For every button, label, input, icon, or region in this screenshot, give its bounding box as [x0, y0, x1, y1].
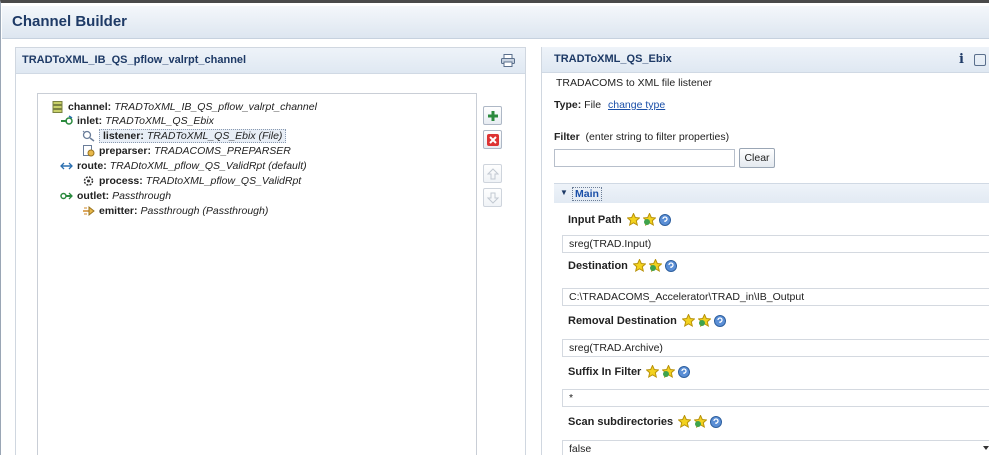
dropdown-arrow-icon[interactable] — [983, 446, 989, 450]
tree-item-channel[interactable]: channel: TRADToXML_IB_QS_pflow_valrpt_cha… — [51, 100, 317, 114]
filter-label-row: Filter (enter string to filter propertie… — [554, 131, 729, 143]
type-label: Type: — [554, 99, 582, 111]
tree-item-process[interactable]: process: TRADtoXML_pflow_QS_ValidRpt — [82, 174, 301, 188]
property-label-input-path: Input Path — [568, 213, 671, 226]
tree-value: TRADToXML_QS_Ebix — [105, 115, 214, 127]
clear-button[interactable]: Clear — [739, 148, 775, 168]
property-label-removal-destination: Removal Destination — [568, 314, 726, 327]
scan-subdirectories-selected: false — [569, 443, 592, 455]
tree-label: emitter: — [99, 205, 138, 217]
change-type-link[interactable]: change type — [608, 99, 665, 111]
inlet-icon — [61, 115, 73, 125]
star-icon[interactable] — [626, 213, 640, 226]
property-value-destination[interactable]: C:\TRADACOMS_Accelerator\TRAD_in\IB_Outp… — [562, 288, 989, 306]
arrow-up-icon — [486, 167, 499, 179]
help-circle-icon[interactable] — [658, 213, 671, 226]
tree-value: TRADToXML_QS_Ebix (File) — [146, 130, 283, 142]
process-icon — [83, 176, 94, 186]
tree-item-route[interactable]: route: TRADtoXML_pflow_QS_ValidRpt (defau… — [60, 159, 307, 173]
tree-item-listener[interactable]: listener: TRADToXML_QS_Ebix (File) — [82, 129, 287, 143]
channel-tree: channel: TRADToXML_IB_QS_pflow_valrpt_cha… — [37, 93, 477, 455]
property-label-scan-subdirectories: Scan subdirectories — [568, 415, 723, 428]
delete-button[interactable] — [483, 130, 502, 149]
property-name: Suffix In Filter — [568, 365, 642, 378]
property-name: Destination — [568, 259, 628, 272]
property-value-removal-destination[interactable]: sreg(TRAD.Archive) — [562, 339, 989, 357]
tree-label: outlet: — [77, 190, 110, 202]
tree-item-outlet[interactable]: outlet: Passthrough — [60, 189, 171, 203]
help-circle-icon[interactable] — [713, 314, 726, 327]
component-type: Type: File change type — [554, 99, 665, 111]
property-value-scan-subdirectories[interactable]: false — [562, 440, 989, 455]
route-icon — [60, 162, 73, 170]
help-circle-icon[interactable] — [678, 365, 691, 378]
channel-panel-header: TRADToXML_IB_QS_pflow_valrpt_channel — [16, 48, 525, 74]
app-title: Channel Builder — [12, 13, 128, 30]
properties-panel: TRADToXML_QS_Ebix i TRADACOMS to XML fil… — [541, 47, 989, 455]
properties-panel-header: TRADToXML_QS_Ebix i — [542, 47, 989, 73]
stars-add-icon[interactable] — [642, 213, 656, 226]
channel-builder-window: Channel Builder TRADToXML_IB_QS_pflow_va… — [0, 0, 989, 455]
tree-label: route: — [77, 160, 107, 172]
property-value-suffix-in-filter[interactable]: * — [562, 389, 989, 407]
help-icon[interactable] — [974, 54, 986, 66]
property-name: Input Path — [568, 213, 622, 226]
tree-label: preparser: — [99, 145, 151, 157]
collapse-arrow-icon[interactable]: ▼ — [560, 188, 568, 197]
delete-icon — [486, 133, 499, 146]
add-button[interactable] — [483, 106, 502, 125]
channel-icon — [52, 101, 63, 113]
tree-item-emitter[interactable]: emitter: Passthrough (Passthrough) — [82, 204, 268, 218]
property-value-input-path[interactable]: sreg(TRAD.Input) — [562, 235, 989, 253]
arrow-down-icon — [486, 192, 499, 204]
tree-label: channel: — [68, 101, 112, 113]
tree-label: listener: — [103, 130, 144, 142]
properties-panel-title: TRADToXML_QS_Ebix — [554, 53, 672, 65]
tree-value: TRADtoXML_pflow_QS_ValidRpt (default) — [109, 160, 307, 172]
filter-input[interactable] — [554, 149, 735, 167]
star-icon[interactable] — [681, 314, 695, 327]
component-description: TRADACOMS to XML file listener — [556, 77, 712, 89]
info-icon[interactable]: i — [959, 52, 964, 67]
filter-hint: (enter string to filter properties) — [585, 131, 730, 143]
main-section-header[interactable]: ▼ Main — [554, 183, 989, 203]
tree-item-preparser[interactable]: preparser: TRADACOMS_PREPARSER — [82, 144, 291, 158]
listener-icon — [82, 130, 95, 142]
tree-item-inlet[interactable]: inlet: TRADToXML_QS_Ebix — [60, 114, 214, 128]
tree-value: Passthrough — [112, 190, 172, 202]
property-label-destination: Destination — [568, 259, 677, 272]
emitter-icon — [83, 205, 95, 217]
move-up-button[interactable] — [483, 164, 502, 183]
property-label-suffix-in-filter: Suffix In Filter — [568, 365, 691, 378]
tree-label: inlet: — [77, 115, 103, 127]
tree-value: TRADtoXML_pflow_QS_ValidRpt — [145, 175, 302, 187]
property-name: Scan subdirectories — [568, 415, 674, 428]
stars-add-icon[interactable] — [694, 415, 708, 428]
move-down-button[interactable] — [483, 188, 502, 207]
stars-add-icon[interactable] — [697, 314, 711, 327]
property-name: Removal Destination — [568, 314, 677, 327]
tree-value: TRADToXML_IB_QS_pflow_valrpt_channel — [114, 101, 317, 113]
tree-value: TRADACOMS_PREPARSER — [153, 145, 291, 157]
type-value: File — [584, 99, 602, 111]
channel-panel-title: TRADToXML_IB_QS_pflow_valrpt_channel — [22, 54, 247, 66]
star-icon[interactable] — [678, 415, 692, 428]
main-section-title[interactable]: Main — [572, 187, 602, 201]
stars-add-icon[interactable] — [662, 365, 676, 378]
help-circle-icon[interactable] — [710, 415, 723, 428]
channel-tree-panel: TRADToXML_IB_QS_pflow_valrpt_channel cha… — [15, 47, 526, 455]
help-circle-icon[interactable] — [664, 259, 677, 272]
print-icon[interactable] — [501, 54, 515, 67]
tree-value: Passthrough (Passthrough) — [140, 205, 269, 217]
star-icon[interactable] — [646, 365, 660, 378]
plus-icon — [487, 110, 498, 121]
filter-label: Filter — [554, 131, 580, 143]
tree-label: process: — [99, 175, 143, 187]
outlet-icon — [60, 192, 73, 200]
title-bar: Channel Builder — [2, 6, 989, 39]
preparser-icon — [83, 145, 95, 157]
star-icon[interactable] — [632, 259, 646, 272]
stars-add-icon[interactable] — [648, 259, 662, 272]
